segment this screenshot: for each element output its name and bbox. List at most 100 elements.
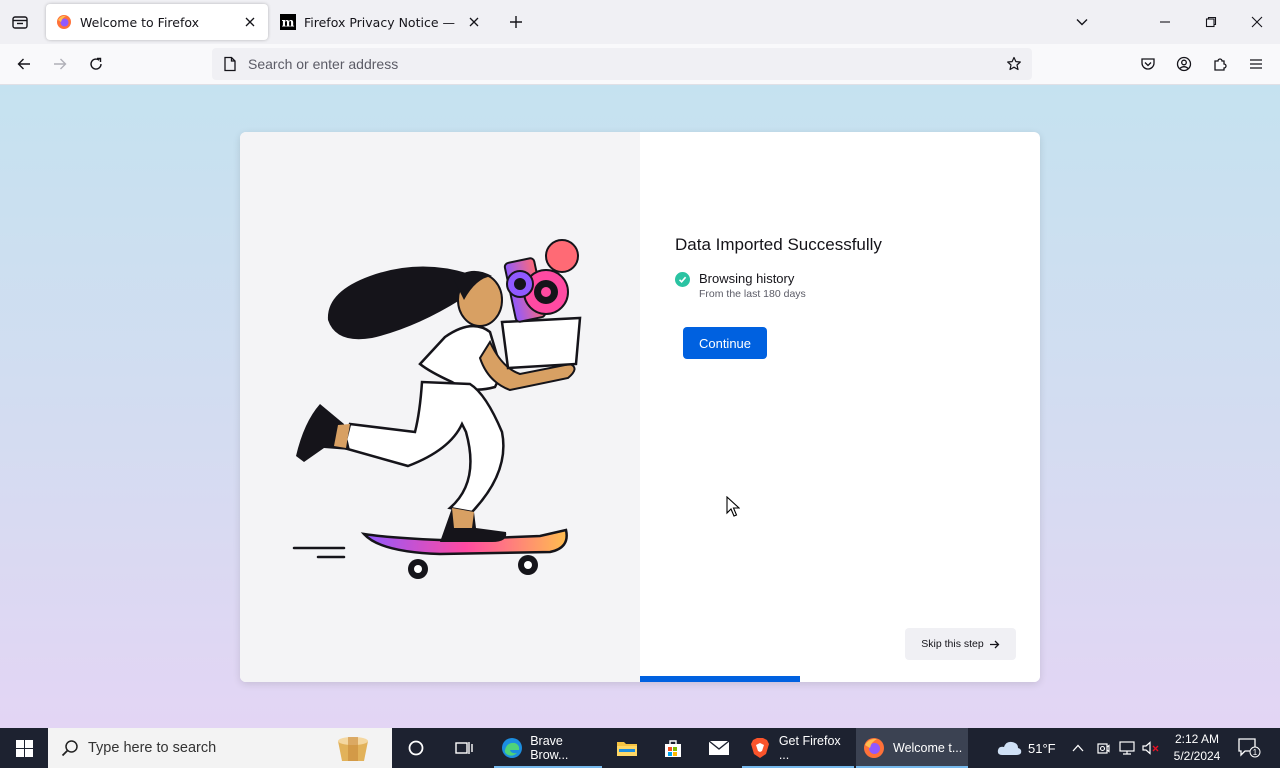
tab-firefox-privacy-notice[interactable]: m Firefox Privacy Notice — Mozilla: [270, 4, 492, 40]
taskbar-app-welcome-to-firefox[interactable]: Welcome t...: [856, 728, 968, 768]
restore-icon: [1205, 16, 1217, 28]
network-button[interactable]: [1116, 728, 1138, 768]
meet-now-icon: [1097, 743, 1110, 754]
skip-label: Skip this step: [921, 638, 984, 650]
skateboarder-illustration: [292, 239, 582, 579]
mozilla-m-icon: m: [280, 14, 296, 30]
windows-taskbar: Type here to search Brave Brow... Get Fi…: [0, 728, 1280, 768]
start-button[interactable]: [0, 728, 48, 768]
windows-logo-icon: [15, 739, 33, 757]
address-bar[interactable]: [212, 48, 1032, 80]
arrow-right-icon: [989, 640, 1000, 648]
search-icon: [60, 738, 80, 758]
pocket-icon: [1141, 58, 1155, 70]
reload-button[interactable]: [82, 50, 110, 78]
chevron-down-icon: [1076, 19, 1088, 26]
minimize-button[interactable]: [1151, 8, 1179, 36]
temperature: 51°F: [1028, 740, 1056, 756]
taskbar-search-box[interactable]: Type here to search: [48, 728, 392, 768]
notification-icon: 1: [1238, 738, 1261, 758]
list-all-tabs-button[interactable]: [1068, 8, 1096, 36]
plus-icon: [510, 16, 522, 28]
hamburger-menu-icon: [1250, 59, 1262, 69]
minimize-icon: [1160, 21, 1170, 23]
checkmark-icon: [675, 272, 690, 287]
navigation-toolbar: [0, 44, 1280, 85]
brave-icon: [748, 736, 772, 760]
meet-now-button[interactable]: [1094, 728, 1112, 768]
cortana-button[interactable]: [398, 728, 434, 768]
folder-icon: [617, 742, 637, 756]
firefox-icon: [56, 14, 72, 30]
mail-envelope-icon: [708, 740, 730, 755]
svg-text:m: m: [282, 16, 295, 30]
page-content: Data Imported Successfully Browsing hist…: [0, 85, 1280, 728]
search-highlight-icon: [338, 737, 368, 761]
page-icon: [222, 56, 238, 72]
system-clock[interactable]: 2:12 AM 5/2/2024: [1168, 731, 1226, 765]
edge-icon: [500, 736, 523, 760]
forward-arrow-icon: [54, 58, 67, 70]
app-label: Brave Brow...: [530, 734, 569, 762]
notification-center-button[interactable]: 1: [1234, 728, 1264, 768]
imported-item-browsing-history: Browsing history From the last 180 days: [675, 271, 806, 300]
page-title: Data Imported Successfully: [675, 235, 882, 254]
address-input[interactable]: [248, 56, 948, 72]
app-menu-button[interactable]: [1242, 50, 1270, 78]
search-placeholder: Type here to search: [88, 740, 217, 756]
clock-date: 5/2/2024: [1173, 749, 1221, 763]
close-tab-icon[interactable]: [466, 14, 482, 30]
puzzle-piece-icon: [1214, 58, 1227, 71]
firefox-view-button[interactable]: [6, 8, 34, 36]
new-tab-button[interactable]: [502, 8, 530, 36]
app-label: Get Firefox ...: [778, 734, 841, 762]
close-window-button[interactable]: [1243, 8, 1271, 36]
import-results-panel: Data Imported Successfully Browsing hist…: [640, 132, 1040, 682]
taskbar-app-brave-browser[interactable]: Brave Brow...: [494, 728, 602, 768]
notification-count: 1: [1253, 748, 1258, 757]
back-button[interactable]: [10, 50, 38, 78]
chevron-up-icon: [1072, 744, 1084, 752]
cortana-circle-icon: [408, 740, 424, 756]
weather-widget[interactable]: 51°F: [996, 728, 1056, 768]
tab-title: Welcome to Firefox: [80, 14, 200, 30]
restore-button[interactable]: [1197, 8, 1225, 36]
step-progress-fill: [640, 676, 800, 682]
extensions-button[interactable]: [1206, 50, 1234, 78]
network-icon: [1119, 741, 1135, 755]
mail-button[interactable]: [700, 728, 738, 768]
task-view-button[interactable]: [446, 728, 482, 768]
task-view-icon: [455, 742, 473, 754]
item-subtext: From the last 180 days: [699, 288, 806, 300]
app-label: Welcome t...: [893, 741, 963, 755]
account-icon: [1176, 56, 1192, 72]
file-explorer-button[interactable]: [608, 728, 646, 768]
store-bag-icon: [665, 740, 681, 757]
tab-title: Firefox Privacy Notice — Mozilla: [304, 14, 460, 30]
taskbar-app-get-firefox[interactable]: Get Firefox ...: [742, 728, 854, 768]
back-arrow-icon: [17, 58, 30, 70]
illustration-panel: [240, 132, 640, 682]
firefox-icon: [862, 736, 886, 760]
step-progress-bar: [640, 676, 1040, 682]
firefox-view-icon: [12, 16, 28, 29]
microsoft-store-button[interactable]: [654, 728, 692, 768]
mouse-cursor-icon: [726, 496, 740, 517]
continue-button[interactable]: Continue: [683, 327, 767, 359]
pocket-button[interactable]: [1134, 50, 1162, 78]
forward-button[interactable]: [46, 50, 74, 78]
tab-strip: Welcome to Firefox m Firefox Privacy Not…: [0, 0, 1280, 44]
bookmark-star-icon[interactable]: [1002, 52, 1026, 76]
close-icon: [1251, 16, 1263, 28]
volume-button[interactable]: [1140, 728, 1162, 768]
show-hidden-icons-button[interactable]: [1068, 728, 1088, 768]
item-label: Browsing history: [699, 271, 795, 286]
onboarding-card: Data Imported Successfully Browsing hist…: [240, 132, 1040, 682]
close-tab-icon[interactable]: [242, 14, 258, 30]
skip-this-step-button[interactable]: Skip this step: [905, 628, 1016, 660]
account-button[interactable]: [1170, 50, 1198, 78]
tab-welcome-to-firefox[interactable]: Welcome to Firefox: [46, 4, 268, 40]
clock-time: 2:12 AM: [1174, 732, 1220, 746]
volume-muted-icon: [1142, 741, 1159, 755]
cloud-icon: [997, 741, 1022, 755]
